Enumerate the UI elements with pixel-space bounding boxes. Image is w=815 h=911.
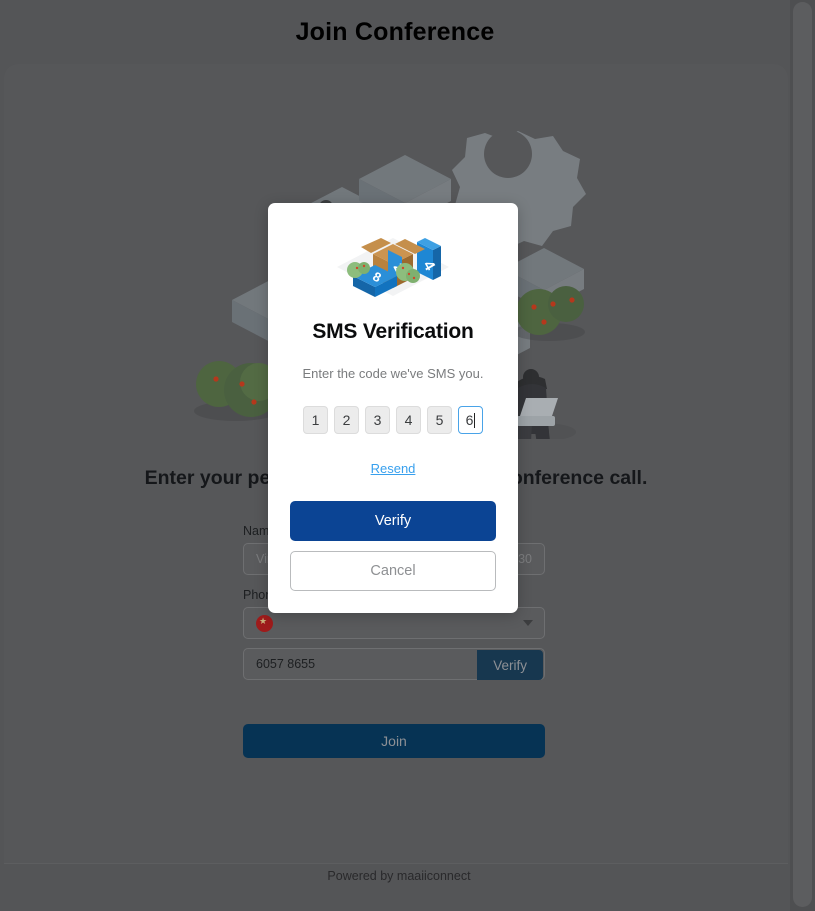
- page-footer: Powered by maaiiconnect: [4, 863, 788, 887]
- otp-digit-3[interactable]: 3: [365, 406, 390, 434]
- vertical-scrollbar-thumb[interactable]: [793, 2, 812, 907]
- phone-number-input[interactable]: 6057 8655 Verify: [243, 648, 545, 680]
- text-cursor: [474, 412, 476, 428]
- vertical-scrollbar-track[interactable]: [790, 0, 815, 911]
- modal-cancel-button[interactable]: Cancel: [290, 551, 496, 591]
- page-header: Join Conference: [0, 0, 790, 64]
- otp-digit-5[interactable]: 5: [427, 406, 452, 434]
- modal-verify-button[interactable]: Verify: [290, 501, 496, 541]
- otp-input-row: 123456: [290, 406, 496, 434]
- phone-number-value: 6057 8655: [256, 657, 316, 671]
- sms-verification-modal: 4 2 8: [268, 203, 518, 613]
- phone-verify-button[interactable]: Verify: [477, 650, 543, 680]
- resend-link[interactable]: Resend: [371, 461, 416, 476]
- bush-cluster-left: [194, 361, 278, 421]
- china-flag-icon: ★: [256, 614, 273, 632]
- package-blocks-illustration: 4 2 8: [290, 223, 496, 311]
- otp-digit-4[interactable]: 4: [396, 406, 421, 434]
- otp-digit-1[interactable]: 1: [303, 406, 328, 434]
- otp-digit-6[interactable]: 6: [458, 406, 483, 434]
- join-button[interactable]: Join: [243, 724, 545, 758]
- app-root: Join Conference Enter your conference ca…: [0, 0, 815, 911]
- page-title: Join Conference: [295, 17, 495, 46]
- package-blocks-svg: 4 2 8: [337, 238, 449, 297]
- chevron-down-icon: [523, 620, 533, 626]
- modal-title: SMS Verification: [312, 320, 474, 343]
- powered-by-text: Powered by maaiiconnect: [327, 868, 471, 883]
- otp-digit-2[interactable]: 2: [334, 406, 359, 434]
- modal-subtitle: Enter the code we've SMS you.: [302, 366, 484, 381]
